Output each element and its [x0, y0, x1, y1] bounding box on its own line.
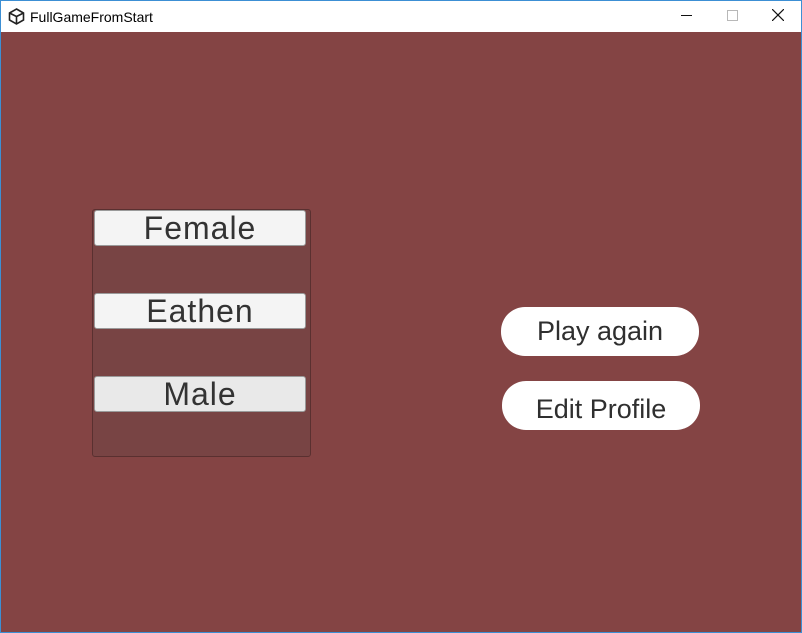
- unity-logo-icon: [7, 8, 25, 26]
- character-list-panel[interactable]: Female Eathen Male: [92, 209, 311, 457]
- female-button[interactable]: Female: [94, 210, 306, 246]
- eathen-button[interactable]: Eathen: [94, 293, 306, 329]
- close-button[interactable]: [755, 1, 801, 32]
- maximize-icon: [726, 8, 738, 26]
- male-button[interactable]: Male: [94, 376, 306, 412]
- play-again-button[interactable]: Play again: [501, 307, 699, 356]
- minimize-button[interactable]: [663, 1, 709, 32]
- title-bar[interactable]: FullGameFromStart: [1, 1, 801, 32]
- game-view: Female Eathen Male Play again Edit Profi…: [1, 32, 801, 632]
- close-icon: [771, 8, 785, 26]
- maximize-button[interactable]: [709, 1, 755, 32]
- minimize-icon: [680, 8, 692, 26]
- window-controls: [663, 1, 801, 32]
- app-window: FullGameFromStart Female Eathen Male Pla…: [0, 0, 802, 633]
- window-title: FullGameFromStart: [30, 8, 153, 25]
- edit-profile-button[interactable]: Edit Profile: [502, 381, 700, 430]
